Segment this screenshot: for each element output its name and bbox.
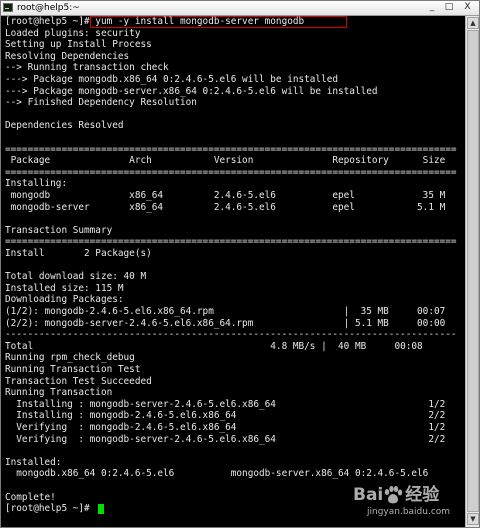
terminal-line: Installing : mongodb-2.4.6-5.el6.x86_64 … bbox=[5, 410, 446, 422]
window-title: root@help5:~ bbox=[17, 3, 80, 13]
terminal-cursor bbox=[98, 504, 104, 514]
terminal-line: Install 2 Package(s) bbox=[5, 248, 152, 259]
terminal-window: root@help5:~ _ □ X [root@help5 ~]# yum -… bbox=[0, 0, 480, 528]
terminal-line: Total download size: 40 M bbox=[5, 271, 147, 283]
terminal-line: ---> Package mongodb-server.x86_64 0:2.4… bbox=[5, 85, 378, 97]
terminal-line: ---> Package mongodb.x86_64 0:2.4.6-5.el… bbox=[5, 74, 339, 85]
terminal-line: Dependencies Resolved bbox=[5, 120, 124, 132]
minimize-button[interactable]: _ bbox=[425, 2, 439, 13]
scroll-down-arrow-icon[interactable]: ▼ bbox=[467, 513, 479, 525]
terminal-line: ----------------------------------------… bbox=[5, 329, 457, 341]
terminal-line: Running Transaction Test bbox=[5, 364, 141, 375]
terminal-line: Running Transaction bbox=[5, 387, 113, 399]
terminal-line: Setting up Install Process bbox=[5, 39, 152, 51]
terminal-line: Transaction Summary bbox=[5, 224, 113, 236]
terminal-line: [root@help5 ~]# bbox=[5, 503, 96, 515]
terminal-line: Downloading Packages: bbox=[5, 294, 124, 306]
terminal-line: (2/2): mongodb-server-2.4.6-5.el6.x86_64… bbox=[5, 317, 446, 329]
watermark-logo-left: Bai bbox=[353, 485, 384, 505]
paw-icon bbox=[384, 486, 403, 504]
terminal-line: Running rpm_check_debug bbox=[5, 352, 135, 364]
terminal-line: Installing : mongodb-server-2.4.6-5.el6.… bbox=[5, 398, 446, 410]
title-bar[interactable]: root@help5:~ _ □ X bbox=[1, 1, 479, 16]
terminal-line: Transaction Test Succeeded bbox=[5, 375, 152, 387]
terminal-line: [root@help5 ~]# yum -y install mongodb-s… bbox=[5, 16, 305, 27]
watermark-url: jingyan.baidu.com bbox=[367, 507, 451, 517]
scroll-thumb[interactable] bbox=[467, 30, 479, 512]
terminal-line: Verifying : mongodb-server-2.4.6-5.el6.x… bbox=[5, 433, 446, 445]
terminal-line: ========================================… bbox=[5, 143, 457, 155]
terminal-output[interactable]: [root@help5 ~]# yum -y install mongodb-s… bbox=[2, 16, 465, 526]
terminal-line: --> Running transaction check bbox=[5, 62, 169, 74]
terminal-line: Package Arch Version Repository Size bbox=[5, 155, 446, 167]
watermark-logo-right: 经验 bbox=[405, 485, 440, 505]
terminal-line: Complete! bbox=[5, 491, 56, 503]
terminal-line: mongodb.x86_64 0:2.4.6-5.el6 mongodb-ser… bbox=[5, 468, 429, 480]
terminal-line: --> Finished Dependency Resolution bbox=[5, 97, 197, 109]
close-button[interactable]: X bbox=[458, 2, 477, 13]
terminal-line: Loaded plugins: security bbox=[5, 27, 141, 39]
terminal-line: Total 4.8 MB/s | 40 MB 00:08 bbox=[5, 340, 423, 352]
scroll-up-arrow-icon[interactable]: ▲ bbox=[467, 17, 479, 29]
vertical-scrollbar[interactable]: ▲ ▼ bbox=[465, 16, 479, 527]
terminal-line: mongodb x86_64 2.4.6-5.el6 epel 35 M bbox=[5, 190, 446, 201]
baidu-jingyan-watermark: Bai 经验 jingyan.baidu.com bbox=[353, 485, 465, 525]
terminal-line: Verifying : mongodb-2.4.6-5.el6.x86_64 1… bbox=[5, 422, 446, 433]
terminal-app-icon bbox=[3, 3, 13, 12]
terminal-line: Installed: bbox=[5, 456, 62, 468]
maximize-button[interactable]: □ bbox=[442, 2, 456, 13]
terminal-line: (1/2): mongodb-2.4.6-5.el6.x86_64.rpm | … bbox=[5, 306, 446, 317]
terminal-line: Installing: bbox=[5, 178, 68, 190]
terminal-line: Resolving Dependencies bbox=[5, 50, 130, 62]
terminal-line: mongodb-server x86_64 2.4.6-5.el6 epel 5… bbox=[5, 201, 446, 213]
terminal-line: ========================================… bbox=[5, 236, 457, 248]
terminal-line: Installed size: 115 M bbox=[5, 282, 124, 294]
terminal-line: ========================================… bbox=[5, 166, 457, 178]
